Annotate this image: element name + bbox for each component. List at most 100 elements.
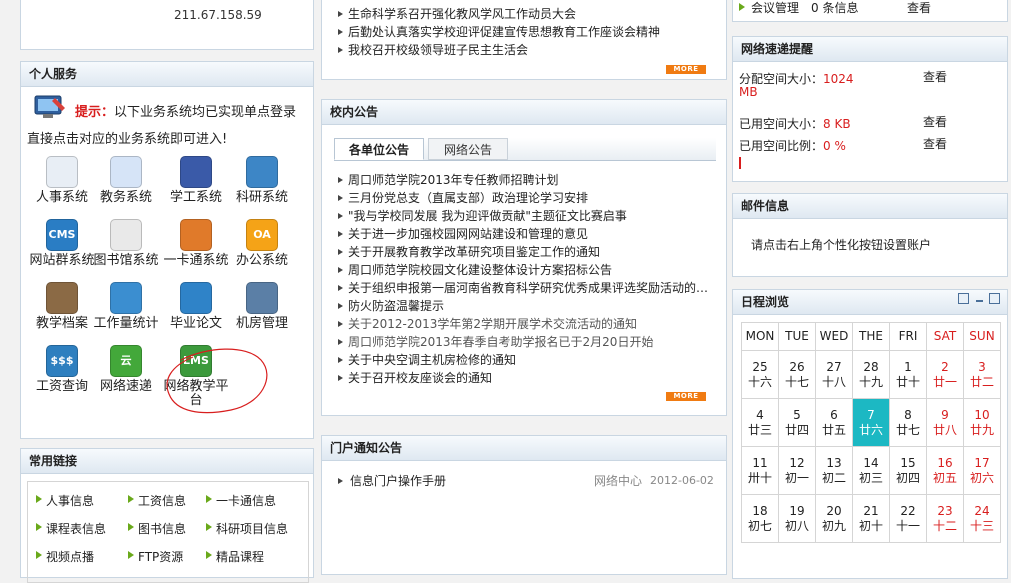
calendar-day-cell[interactable]: 3 廿二 — [963, 350, 1001, 399]
notice-item[interactable]: "我与学校同发展 我为迎评做贡献"主题征文比赛启事 — [336, 207, 718, 225]
system-globe[interactable]: 工作量统计 — [89, 282, 163, 331]
oa-icon: OA — [246, 219, 278, 251]
calendar-maximize-icon[interactable] — [989, 293, 1000, 304]
calendar-day-cell[interactable]: 13 初二 — [815, 446, 853, 495]
alloc-view-link[interactable]: 查看 — [923, 68, 947, 85]
calendar-day-cell[interactable]: 4 廿三 — [741, 398, 779, 447]
tab-unit-notice[interactable]: 各单位公告 — [334, 138, 424, 160]
system-cms[interactable]: CMS 网站群系统 — [25, 219, 99, 268]
calendar-day-cell[interactable]: 25 十六 — [741, 350, 779, 399]
link-salary-info[interactable]: 工资信息 — [128, 492, 186, 509]
calendar-day-cell[interactable]: 11 卅十 — [741, 446, 779, 495]
portal-notice-text[interactable]: 信息门户操作手册 — [350, 474, 446, 488]
notice-more-button[interactable]: MORE — [666, 392, 706, 401]
day-number: 18 — [752, 503, 768, 518]
calendar-day-cell[interactable]: 6 廿五 — [815, 398, 853, 447]
lunar-day: 廿二 — [969, 374, 994, 389]
calendar-day-cell[interactable]: 16 初五 — [926, 446, 964, 495]
calendar-day-cell[interactable]: 21 初十 — [852, 494, 890, 543]
news-item[interactable]: 生命科学系召开强化教风学风工作动员大会 — [336, 5, 716, 23]
calendar-day-cell[interactable]: 9 廿八 — [926, 398, 964, 447]
calendar-day-cell[interactable]: 22 十一 — [889, 494, 927, 543]
link-course-info[interactable]: 课程表信息 — [36, 520, 106, 537]
notice-item[interactable]: 周口师范学院2013年春季自考助学报名已于2月20日开始 — [336, 333, 718, 351]
link-book-info[interactable]: 图书信息 — [128, 520, 186, 537]
calendar-day-cell[interactable]: 15 初四 — [889, 446, 927, 495]
notice-item[interactable]: 关于进一步加强校园网网站建设和管理的意见 — [336, 225, 718, 243]
alloc-value: 1024 — [823, 72, 854, 86]
link-ftp[interactable]: FTP资源 — [128, 548, 183, 565]
system-pencil-doc[interactable]: 教务系统 — [89, 156, 163, 205]
hand-drawn-circle — [166, 348, 268, 414]
calendar-day-cell[interactable]: 20 初九 — [815, 494, 853, 543]
link-card-info[interactable]: 一卡通信息 — [206, 492, 276, 509]
day-number: 15 — [900, 455, 916, 470]
system-archive[interactable]: 教学档案 — [25, 282, 99, 331]
calendar-day-cell[interactable]: 18 初七 — [741, 494, 779, 543]
calendar-config-icon[interactable] — [958, 293, 969, 304]
calendar-day-cell[interactable]: 10 廿九 — [963, 398, 1001, 447]
tab-network-notice[interactable]: 网络公告 — [428, 138, 508, 160]
system-puzzle[interactable]: 学工系统 — [159, 156, 233, 205]
links-box: 人事信息 工资信息 一卡通信息 课程表信息 图书信息 科研项目信息 视频点播 F… — [27, 481, 309, 583]
system-books[interactable]: 图书馆系统 — [89, 219, 163, 268]
calendar-day-cell[interactable]: 28 十九 — [852, 350, 890, 399]
notice-list: 周口师范学院2013年专任教师招聘计划 三月份党总支（直属支部）政治理论学习安排 "… — [336, 171, 718, 387]
pencil-doc-icon — [110, 156, 142, 188]
system-monitor[interactable]: 机房管理 — [225, 282, 299, 331]
system-folder[interactable]: 毕业论文 — [159, 282, 233, 331]
meeting-label[interactable]: 会议管理 — [751, 0, 799, 16]
system-oa[interactable]: OA 办公系统 — [225, 219, 299, 268]
notice-item[interactable]: 周口师范学院2013年专任教师招聘计划 — [336, 171, 718, 189]
system-card[interactable]: 一卡通系统 — [159, 219, 233, 268]
system-label: 机房管理 — [235, 316, 288, 331]
notice-item[interactable]: 三月份党总支（直属支部）政治理论学习安排 — [336, 189, 718, 207]
calendar-minimize-icon[interactable] — [974, 293, 985, 304]
link-research-info[interactable]: 科研项目信息 — [206, 520, 288, 537]
calendar-day-cell[interactable]: 5 廿四 — [778, 398, 816, 447]
calendar-day-cell[interactable]: 12 初一 — [778, 446, 816, 495]
mail-title: 邮件信息 — [733, 194, 1007, 219]
calendar-day-cell[interactable]: 27 十八 — [815, 350, 853, 399]
tip-line1: 提示：以下业务系统均已实现单点登录 — [75, 101, 296, 120]
link-video[interactable]: 视频点播 — [36, 548, 94, 565]
notice-item[interactable]: 关于中央空调主机房检修的通知 — [336, 351, 718, 369]
notice-item[interactable]: 防火防盗温馨提示 — [336, 297, 718, 315]
alloc-unit: MB — [739, 85, 758, 99]
notice-item[interactable]: 关于召开校友座谈会的通知 — [336, 369, 718, 387]
calendar-day-cell[interactable]: 7 廿六 — [852, 398, 890, 447]
calendar-day-cell[interactable]: 26 十七 — [778, 350, 816, 399]
news-item[interactable]: 后勤处认真落实学校迎评促建宣传思想教育工作座谈会精神 — [336, 23, 716, 41]
campus-notice-title: 校内公告 — [322, 100, 726, 125]
system-people[interactable]: 人事系统 — [25, 156, 99, 205]
calendar-day-cell[interactable]: 17 初六 — [963, 446, 1001, 495]
calendar-day-cell[interactable]: 19 初八 — [778, 494, 816, 543]
lunar-day: 初九 — [821, 518, 846, 533]
day-number: 24 — [974, 503, 990, 518]
notice-item[interactable]: 关于开展教育教学改革研究项目鉴定工作的通知 — [336, 243, 718, 261]
calendar-day-cell[interactable]: 1 廿十 — [889, 350, 927, 399]
portal-notice-list: 信息门户操作手册 网络中心 2012-06-02 — [336, 472, 718, 490]
calendar-day-cell[interactable]: 8 廿七 — [889, 398, 927, 447]
calendar-day-cell[interactable]: 2 廿一 — [926, 350, 964, 399]
portal-notice-item[interactable]: 信息门户操作手册 网络中心 2012-06-02 — [336, 472, 718, 490]
notice-item[interactable]: 关于组织申报第一届河南省教育科学研究优秀成果评选奖励活动的通... — [336, 279, 718, 297]
notice-item[interactable]: 周口师范学院校园文化建设整体设计方案招标公告 — [336, 261, 718, 279]
link-quality-course[interactable]: 精品课程 — [206, 548, 264, 565]
calendar-day-cell[interactable]: 24 十三 — [963, 494, 1001, 543]
ratio-view-link[interactable]: 查看 — [923, 135, 947, 152]
link-hr-info[interactable]: 人事信息 — [36, 492, 94, 509]
lunar-day: 廿九 — [969, 422, 994, 437]
meeting-view-link[interactable]: 查看 — [907, 0, 931, 16]
calendar-day-cell[interactable]: 14 初三 — [852, 446, 890, 495]
calendar-day-cell[interactable]: 23 十二 — [926, 494, 964, 543]
ratio-label: 已用空间比例： — [739, 139, 824, 153]
tip-text: 以下业务系统均已实现单点登录 — [114, 105, 297, 120]
used-view-link[interactable]: 查看 — [923, 113, 947, 130]
system-salary[interactable]: $$$ 工资查询 — [25, 345, 99, 394]
news-item[interactable]: 我校召开校级领导班子民主生活会 — [336, 41, 716, 59]
system-microscope[interactable]: 科研系统 — [225, 156, 299, 205]
news-more-button[interactable]: MORE — [666, 65, 706, 74]
notice-item[interactable]: 关于2012-2013学年第2学期开展学术交流活动的通知 — [336, 315, 718, 333]
system-label: 工作量统计 — [93, 316, 159, 331]
